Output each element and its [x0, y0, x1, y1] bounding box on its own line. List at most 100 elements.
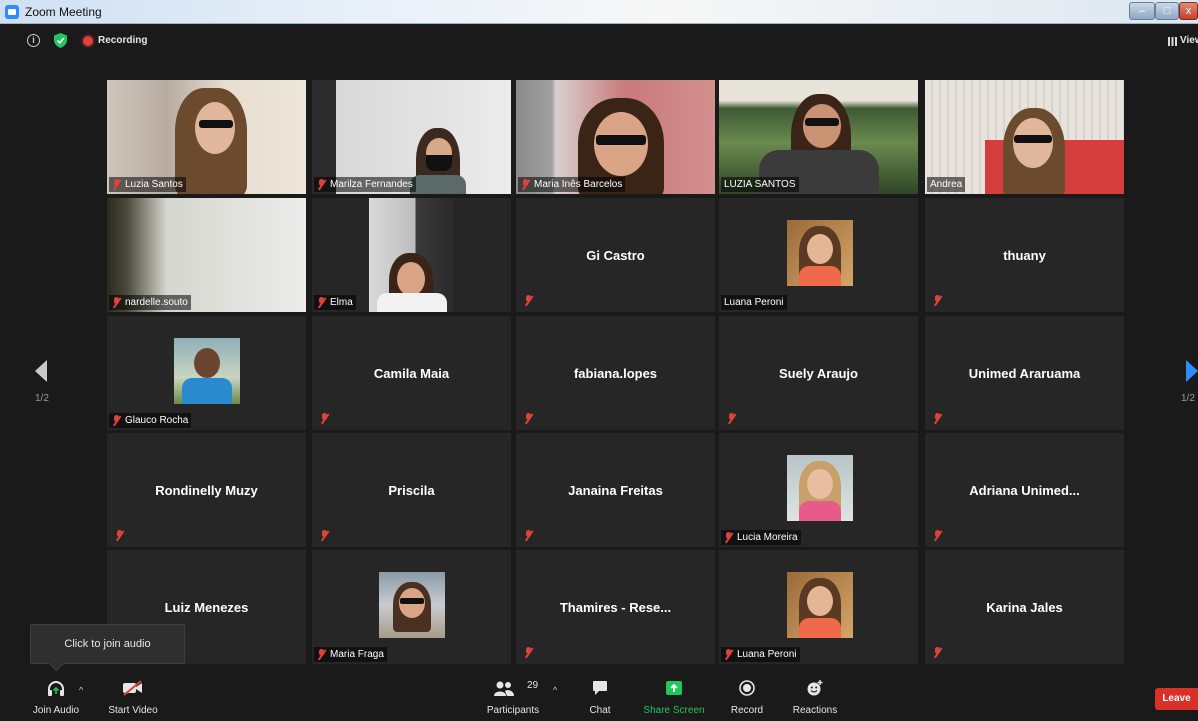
- participants-button[interactable]: 29 Participants: [482, 672, 544, 721]
- reactions-smiley-icon: [807, 680, 823, 696]
- title-bar: Zoom Meeting – □ x: [0, 0, 1198, 24]
- participant-tile[interactable]: Priscila: [312, 433, 511, 547]
- muted-mic-icon: [724, 532, 733, 543]
- participant-tile[interactable]: nardelle.souto: [107, 198, 306, 312]
- muted-mic-icon: [115, 530, 124, 541]
- chat-button[interactable]: Chat: [578, 672, 622, 721]
- start-video-button[interactable]: Start Video: [98, 672, 168, 721]
- participant-name-label: LUZIA SANTOS: [721, 177, 799, 192]
- participant-tile[interactable]: Karina Jales: [925, 550, 1124, 664]
- leave-button[interactable]: Leave: [1155, 688, 1198, 710]
- participant-tile[interactable]: Maria Inês Barcelos: [516, 80, 715, 194]
- participant-tile[interactable]: Thamires - Rese...: [516, 550, 715, 664]
- view-button[interactable]: View: [1180, 35, 1198, 46]
- participant-tile[interactable]: Camila Maia: [312, 316, 511, 430]
- participant-tile[interactable]: fabiana.lopes: [516, 316, 715, 430]
- window-title: Zoom Meeting: [25, 5, 102, 19]
- participant-name: Luiz Menezes: [164, 600, 249, 615]
- participant-name-label: nardelle.souto: [109, 295, 191, 310]
- profile-photo: [787, 572, 853, 638]
- page-indicator-left: 1/2: [35, 393, 49, 404]
- participant-name-label: Elma: [314, 295, 356, 310]
- muted-mic-icon: [524, 530, 533, 541]
- meeting-top-bar: i Recording View: [0, 24, 1198, 58]
- video-off-icon: [123, 680, 142, 696]
- participant-tile[interactable]: Suely Araujo: [719, 316, 918, 430]
- muted-mic-icon: [724, 649, 733, 660]
- shield-icon[interactable]: [54, 33, 67, 48]
- chat-icon: [593, 681, 607, 695]
- muted-mic-icon: [933, 530, 942, 541]
- participant-name: Camila Maia: [373, 366, 450, 381]
- participant-tile[interactable]: thuany: [925, 198, 1124, 312]
- previous-page-arrow-icon[interactable]: [35, 360, 47, 382]
- participant-tile[interactable]: Gi Castro: [516, 198, 715, 312]
- muted-mic-icon: [112, 297, 121, 308]
- participants-icon: [494, 681, 514, 696]
- participant-tile[interactable]: Maria Fraga: [312, 550, 511, 664]
- join-audio-tooltip: Click to join audio: [30, 624, 185, 664]
- info-icon[interactable]: i: [27, 34, 40, 47]
- participant-tile[interactable]: Adriana Unimed...: [925, 433, 1124, 547]
- muted-mic-icon: [524, 647, 533, 658]
- muted-mic-icon: [524, 413, 533, 424]
- active-speaker-tile[interactable]: LUZIA SANTOS: [719, 80, 918, 194]
- page-indicator-right: 1/2: [1181, 393, 1195, 404]
- join-audio-button[interactable]: Join Audio: [20, 672, 92, 721]
- muted-mic-icon: [524, 295, 533, 306]
- participant-tile[interactable]: Luana Peroni: [719, 198, 918, 312]
- participant-name: Suely Araujo: [779, 366, 858, 381]
- participant-name: Priscila: [388, 483, 435, 498]
- participant-name: Karina Jales: [986, 600, 1063, 615]
- share-screen-button[interactable]: Share Screen: [641, 672, 707, 721]
- meeting-toolbar: Join Audio ^ Start Video 29 Participants…: [0, 672, 1198, 721]
- recording-icon: [83, 36, 93, 46]
- participant-name: Gi Castro: [586, 248, 645, 263]
- participant-name-label: Maria Inês Barcelos: [518, 177, 626, 192]
- muted-mic-icon: [933, 413, 942, 424]
- audio-options-chevron-up-icon[interactable]: ^: [79, 685, 83, 695]
- zoom-window: Zoom Meeting – □ x i Recording View 1/2 …: [0, 0, 1198, 721]
- participant-name: Janaina Freitas: [568, 483, 663, 498]
- muted-mic-icon: [112, 415, 121, 426]
- close-button[interactable]: x: [1179, 2, 1198, 20]
- record-button[interactable]: Record: [723, 672, 771, 721]
- reactions-button[interactable]: Reactions: [787, 672, 843, 721]
- participant-tile[interactable]: Janaina Freitas: [516, 433, 715, 547]
- participant-tile[interactable]: Rondinelly Muzy: [107, 433, 306, 547]
- muted-mic-icon: [320, 530, 329, 541]
- next-page-arrow-icon[interactable]: [1186, 360, 1198, 382]
- participants-options-chevron-up-icon[interactable]: ^: [553, 685, 557, 695]
- muted-mic-icon: [933, 295, 942, 306]
- muted-mic-icon: [317, 649, 326, 660]
- participant-name-label: Andrea: [927, 177, 966, 192]
- participant-tile[interactable]: Luana Peroni: [719, 550, 918, 664]
- muted-mic-icon: [521, 179, 530, 190]
- participant-tile[interactable]: Marilza Fernandes: [312, 80, 511, 194]
- participant-name-label: Glauco Rocha: [109, 413, 192, 428]
- participant-name-label: Marilza Fernandes: [314, 177, 416, 192]
- minimize-button[interactable]: –: [1129, 2, 1155, 20]
- zoom-app-icon: [5, 5, 19, 19]
- profile-photo: [174, 338, 240, 404]
- muted-mic-icon: [933, 647, 942, 658]
- participant-name-label: Luzia Santos: [109, 177, 186, 192]
- profile-photo: [787, 220, 853, 286]
- profile-photo: [787, 455, 853, 521]
- participant-name: fabiana.lopes: [573, 366, 658, 381]
- profile-photo: [379, 572, 445, 638]
- grid-view-icon[interactable]: [1168, 37, 1177, 46]
- participant-name: Unimed Araruama: [968, 366, 1081, 381]
- record-icon: [739, 680, 755, 696]
- participant-name-label: Luana Peroni: [721, 295, 787, 310]
- recording-label: Recording: [98, 35, 148, 46]
- participant-tile[interactable]: Luzia Santos: [107, 80, 306, 194]
- participant-tile[interactable]: Lucia Moreira: [719, 433, 918, 547]
- participant-name: Rondinelly Muzy: [155, 483, 258, 498]
- participants-count: 29: [527, 680, 539, 691]
- participant-tile[interactable]: Andrea: [925, 80, 1124, 194]
- participant-tile[interactable]: Elma: [312, 198, 511, 312]
- maximize-button[interactable]: □: [1155, 2, 1179, 20]
- participant-tile[interactable]: Unimed Araruama: [925, 316, 1124, 430]
- participant-tile[interactable]: Glauco Rocha: [107, 316, 306, 430]
